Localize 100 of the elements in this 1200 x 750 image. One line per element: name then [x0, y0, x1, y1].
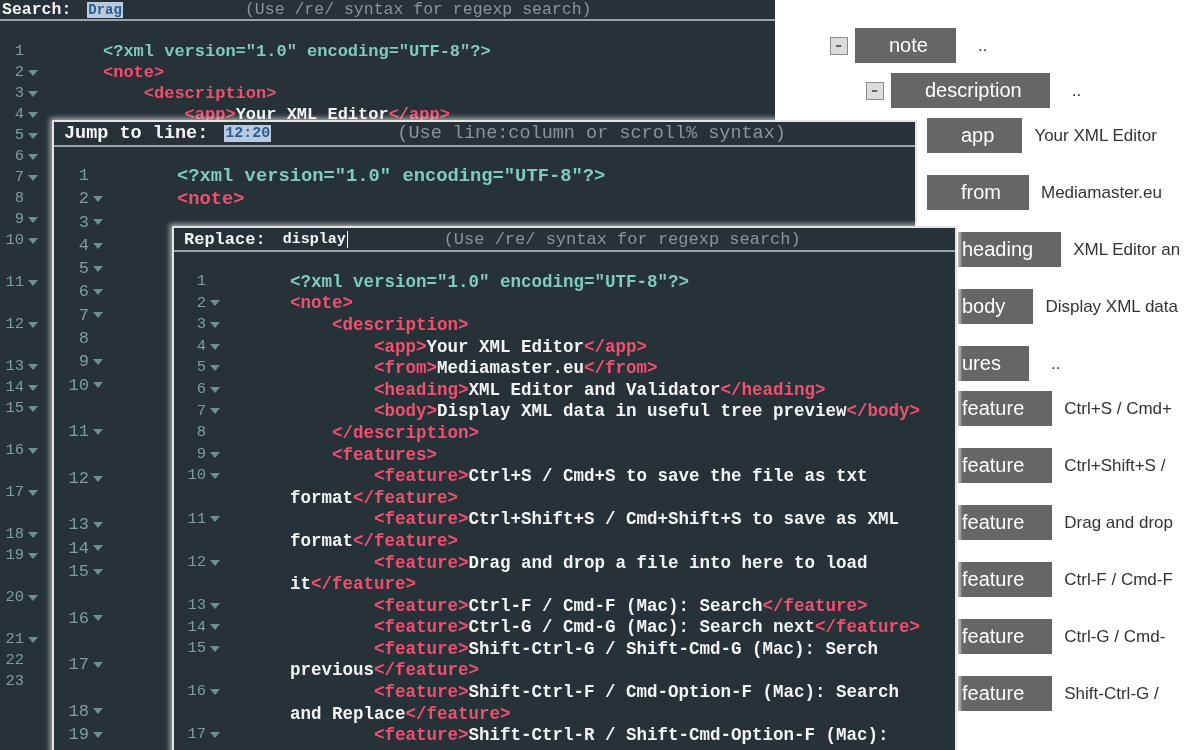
- fold-icon[interactable]: [28, 279, 38, 286]
- fold-icon[interactable]: [93, 382, 103, 389]
- line-number: 11: [186, 508, 206, 530]
- tree-node[interactable]: feature: [958, 619, 1053, 654]
- fold-icon[interactable]: [28, 363, 38, 370]
- fold-icon[interactable]: [28, 111, 38, 118]
- fold-icon[interactable]: [210, 343, 220, 350]
- line-number: 5: [77, 258, 89, 281]
- line-number: 16: [67, 607, 89, 630]
- collapse-icon[interactable]: [866, 81, 884, 100]
- collapse-icon[interactable]: [830, 36, 848, 55]
- fold-icon[interactable]: [210, 408, 220, 415]
- tree-node[interactable]: feature: [958, 562, 1053, 597]
- node-value: Ctrl+Shift+S /: [1064, 455, 1166, 476]
- fold-icon[interactable]: [210, 645, 220, 652]
- tree-node[interactable]: description: [891, 73, 1050, 108]
- fold-icon[interactable]: [210, 386, 220, 393]
- fold-icon[interactable]: [28, 552, 38, 559]
- line-number: 16: [186, 681, 206, 703]
- code-line: <features>: [331, 444, 438, 465]
- line-number: 17: [4, 482, 24, 503]
- fold-icon[interactable]: [93, 219, 103, 226]
- fold-icon[interactable]: [210, 559, 220, 566]
- tree-node[interactable]: feature: [958, 676, 1053, 711]
- fold-icon[interactable]: [93, 265, 103, 272]
- fold-icon[interactable]: [93, 615, 103, 622]
- fold-icon[interactable]: [93, 568, 103, 575]
- fold-icon[interactable]: [210, 732, 220, 739]
- fold-icon[interactable]: [28, 384, 38, 391]
- fold-icon[interactable]: [93, 545, 103, 552]
- hint-text: (Use /re/ syntax for regexp search): [244, 0, 592, 19]
- fold-icon[interactable]: [93, 522, 103, 529]
- prompt-field[interactable]: Drag: [87, 1, 123, 18]
- fold-icon[interactable]: [28, 594, 38, 601]
- line-number: 18: [67, 700, 89, 723]
- line-number: 7: [13, 167, 24, 188]
- fold-icon[interactable]: [210, 322, 220, 328]
- fold-icon[interactable]: [210, 689, 220, 696]
- fold-icon[interactable]: [210, 624, 220, 631]
- fold-icon[interactable]: [28, 132, 38, 139]
- fold-icon[interactable]: [28, 489, 38, 496]
- fold-icon[interactable]: [93, 708, 103, 715]
- code-line: <feature>Ctrl-G / Cmd-G (Mac): Search next</feature>: [373, 617, 921, 638]
- fold-icon[interactable]: [93, 289, 103, 296]
- fold-icon[interactable]: [210, 516, 220, 523]
- fold-icon[interactable]: [28, 237, 38, 244]
- fold-icon[interactable]: [93, 312, 103, 319]
- prompt-field[interactable]: display: [281, 230, 348, 248]
- fold-icon[interactable]: [210, 473, 220, 480]
- hint-text: (Use /re/ syntax for regexp search): [443, 229, 801, 249]
- tree-node[interactable]: body: [958, 289, 1034, 324]
- code-line: <?xml version="1.0" encoding="UTF-8"?>: [177, 164, 606, 187]
- line-number: 14: [67, 537, 89, 560]
- fold-icon[interactable]: [28, 90, 38, 97]
- fold-icon[interactable]: [93, 661, 103, 668]
- tree-node[interactable]: heading: [958, 232, 1062, 267]
- fold-icon[interactable]: [28, 153, 38, 160]
- tree-node[interactable]: note: [855, 28, 956, 63]
- fold-icon[interactable]: [93, 731, 103, 738]
- tree-node[interactable]: ures: [958, 346, 1029, 381]
- fold-icon[interactable]: [28, 636, 38, 643]
- fold-icon[interactable]: [210, 365, 220, 372]
- line-number: 4: [13, 104, 24, 125]
- fold-icon[interactable]: [28, 405, 38, 412]
- fold-icon[interactable]: [93, 242, 103, 249]
- fold-icon[interactable]: [28, 531, 38, 538]
- fold-icon[interactable]: [210, 451, 220, 458]
- fold-icon[interactable]: [93, 475, 103, 482]
- tree-node[interactable]: from: [927, 175, 1029, 210]
- tree-node[interactable]: app: [927, 118, 1023, 153]
- line-number: 21: [4, 629, 24, 650]
- line-number: 15: [4, 398, 24, 419]
- line-number: 2: [195, 292, 206, 314]
- fold-icon[interactable]: [93, 428, 103, 435]
- line-number: 6: [77, 281, 89, 304]
- tree-node[interactable]: feature: [958, 391, 1053, 426]
- line-number: 20: [4, 587, 24, 608]
- fold-icon[interactable]: [93, 359, 103, 365]
- code-line: <?xml version="1.0" encoding="UTF-8"?>: [103, 42, 491, 61]
- fold-icon[interactable]: [28, 216, 38, 223]
- fold-icon[interactable]: [210, 300, 220, 307]
- code-line: <?xml version="1.0" encoding="UTF-8"?>: [290, 271, 690, 292]
- line-number: 9: [13, 209, 24, 230]
- fold-icon[interactable]: [28, 321, 38, 328]
- line-number: 1: [195, 271, 206, 292]
- line-number: 14: [4, 377, 24, 398]
- line-number: 16: [4, 440, 24, 461]
- prompt-field[interactable]: 12:20: [224, 125, 272, 142]
- fold-icon[interactable]: [28, 174, 38, 181]
- code-line: <note>: [290, 293, 353, 314]
- fold-icon[interactable]: [28, 447, 38, 454]
- tree-node[interactable]: feature: [958, 448, 1053, 483]
- tree-node[interactable]: feature: [958, 505, 1053, 540]
- code-line: <feature>Ctrl+Shift+S / Cmd+Shift+S to save as XML: [373, 509, 900, 530]
- fold-icon[interactable]: [93, 195, 103, 202]
- node-value: Display XML data: [1045, 296, 1178, 317]
- code-line: <app>Your XML Editor</app>: [373, 336, 648, 357]
- line-number: 6: [13, 146, 24, 167]
- fold-icon[interactable]: [28, 69, 38, 76]
- fold-icon[interactable]: [210, 602, 220, 609]
